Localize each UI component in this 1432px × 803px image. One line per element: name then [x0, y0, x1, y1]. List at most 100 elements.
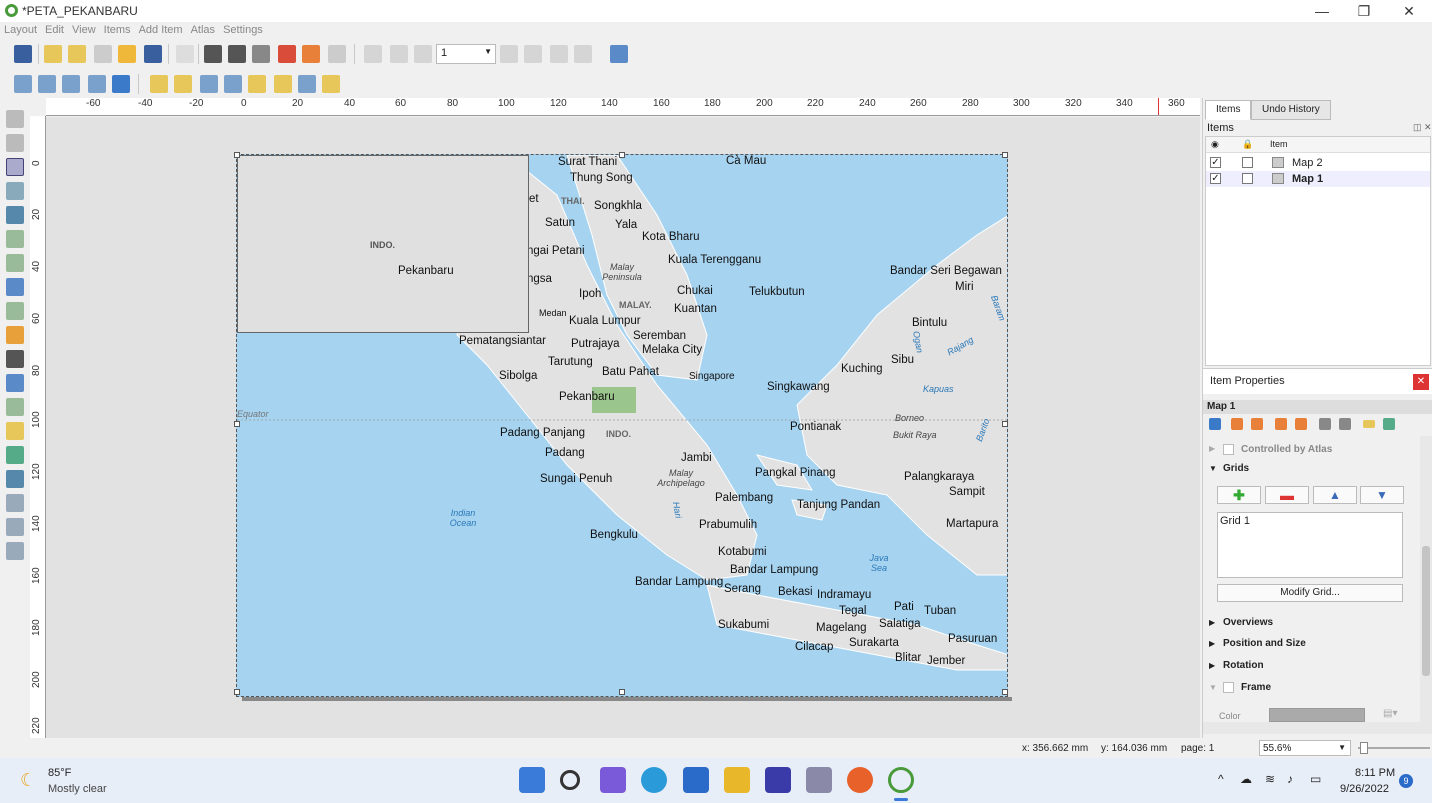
map-1[interactable]: Surat Thani Cà Mau Thung Song Songkhla S…	[236, 154, 1008, 697]
close-icon[interactable]: ✕	[1413, 374, 1429, 390]
edge-icon[interactable]	[641, 767, 667, 793]
weather-text[interactable]: Mostly clear	[48, 783, 107, 795]
previous-feature-icon[interactable]	[414, 45, 432, 63]
export-atlas-icon[interactable]	[574, 45, 592, 63]
export-pdf-icon[interactable]	[278, 45, 296, 63]
add-page-icon[interactable]	[6, 230, 24, 248]
grid-list-item[interactable]: Grid 1	[1220, 515, 1250, 527]
clock-time[interactable]: 8:11 PM	[1355, 767, 1395, 779]
search-icon[interactable]	[560, 770, 580, 790]
firefox-icon[interactable]	[847, 767, 873, 793]
raise-items-icon[interactable]	[248, 75, 266, 93]
tab-items[interactable]: Items	[1205, 100, 1252, 120]
lock-items-icon[interactable]	[150, 75, 168, 93]
open-template-icon[interactable]	[118, 45, 136, 63]
save-icon[interactable]	[14, 45, 32, 63]
atlas-settings-icon[interactable]	[610, 45, 628, 63]
export-svg-icon[interactable]	[252, 45, 270, 63]
position-size-section[interactable]: Position and Size	[1223, 638, 1306, 649]
add-pages-icon[interactable]	[176, 45, 194, 63]
pan-icon[interactable]	[6, 110, 24, 128]
ungroup-items-icon[interactable]	[224, 75, 242, 93]
rotation-section[interactable]: Rotation	[1223, 660, 1264, 671]
link-icon[interactable]	[1363, 420, 1375, 428]
export-image-icon[interactable]	[228, 45, 246, 63]
set-extent-icon[interactable]	[1231, 418, 1243, 430]
add-map-icon[interactable]	[6, 254, 24, 272]
editor-icon[interactable]	[765, 767, 791, 793]
minimize-button[interactable]: —	[1299, 0, 1345, 22]
temporal-icon[interactable]	[1383, 418, 1395, 430]
battery-icon[interactable]: ▭	[1310, 772, 1321, 786]
lock-checkbox[interactable]	[1242, 173, 1253, 184]
close-button[interactable]: ✕	[1386, 0, 1432, 22]
clock-date[interactable]: 9/26/2022	[1340, 783, 1389, 795]
unlock-items-icon[interactable]	[174, 75, 192, 93]
menu-layout[interactable]: Layout	[0, 22, 41, 36]
mail-icon[interactable]	[683, 767, 709, 793]
zoom-slider[interactable]	[1358, 747, 1430, 749]
undo-icon[interactable]	[302, 45, 320, 63]
menu-atlas[interactable]: Atlas	[187, 22, 219, 36]
chevron-up-icon[interactable]: ^	[1218, 772, 1224, 786]
move-grid-up-button[interactable]: ▲	[1313, 486, 1357, 504]
atlas-page-select[interactable]: 1 ▼	[436, 44, 496, 64]
start-icon[interactable]	[519, 767, 545, 793]
add-picture-icon[interactable]	[6, 302, 24, 320]
grid-list[interactable]: Grid 1	[1217, 512, 1403, 578]
next-feature-icon[interactable]	[500, 45, 518, 63]
align-left-icon[interactable]	[274, 75, 292, 93]
add-legend-icon[interactable]	[6, 326, 24, 344]
new-layout-icon[interactable]	[44, 45, 62, 63]
atlas-preview-icon[interactable]	[364, 45, 382, 63]
lock-checkbox[interactable]	[1242, 157, 1253, 168]
move-grid-down-button[interactable]: ▼	[1360, 486, 1404, 504]
move-content-icon[interactable]	[1319, 418, 1331, 430]
resize-handle[interactable]	[1002, 689, 1008, 695]
add-3d-map-icon[interactable]	[6, 278, 24, 296]
qgis-taskbar-icon[interactable]	[888, 767, 914, 793]
add-shape-icon[interactable]	[6, 398, 24, 416]
resize-handle[interactable]	[619, 689, 625, 695]
group-items-icon[interactable]	[200, 75, 218, 93]
add-fixed-table-icon[interactable]	[6, 542, 24, 560]
modify-grid-button[interactable]: Modify Grid...	[1217, 584, 1403, 602]
add-marker-icon[interactable]	[6, 422, 24, 440]
refresh-icon[interactable]	[112, 75, 130, 93]
add-grid-button[interactable]: ✚	[1217, 486, 1261, 504]
frame-color-button[interactable]	[1269, 708, 1365, 722]
properties-scrollbar[interactable]	[1420, 436, 1432, 728]
grids-section[interactable]: Grids	[1223, 463, 1249, 474]
item-row-map-2[interactable]: ✓ Map 2	[1206, 155, 1430, 171]
teams-icon[interactable]	[600, 767, 626, 793]
view-extent-icon[interactable]	[1251, 418, 1263, 430]
temperature[interactable]: 85°F	[48, 767, 71, 779]
add-attribute-table-icon[interactable]	[6, 518, 24, 536]
add-label-icon[interactable]	[6, 374, 24, 392]
color-options-icon[interactable]: ▤▾	[1383, 708, 1397, 719]
refresh-icon[interactable]	[1209, 418, 1221, 430]
resize-handle[interactable]	[1002, 152, 1008, 158]
resize-icon[interactable]	[322, 75, 340, 93]
overviews-section[interactable]: Overviews	[1223, 617, 1273, 628]
frame-checkbox[interactable]	[1223, 682, 1234, 693]
cloud-icon[interactable]: ☁	[1240, 772, 1252, 786]
redo-icon[interactable]	[328, 45, 346, 63]
zoom-actual-icon[interactable]	[62, 75, 80, 93]
add-html-icon[interactable]	[6, 494, 24, 512]
visible-checkbox[interactable]: ✓	[1210, 157, 1221, 168]
resize-handle[interactable]	[234, 689, 240, 695]
layout-manager-icon[interactable]	[94, 45, 112, 63]
print-atlas-icon[interactable]	[550, 45, 568, 63]
items-list[interactable]: ◉ 🔒 Item ✓ Map 2 ✓ Map 1	[1205, 136, 1431, 366]
zoom-slider-handle[interactable]	[1360, 742, 1368, 754]
database-icon[interactable]	[806, 767, 832, 793]
menu-add-item[interactable]: Add Item	[135, 22, 187, 36]
layout-canvas[interactable]: Surat Thani Cà Mau Thung Song Songkhla S…	[46, 117, 1200, 738]
resize-handle[interactable]	[619, 152, 625, 158]
item-row-map-1[interactable]: ✓ Map 1	[1206, 171, 1430, 187]
menu-settings[interactable]: Settings	[219, 22, 267, 36]
weather-icon[interactable]: ☾	[20, 770, 36, 791]
speaker-icon[interactable]: ♪	[1287, 772, 1293, 786]
horizontal-scrollbar[interactable]	[1203, 722, 1432, 734]
